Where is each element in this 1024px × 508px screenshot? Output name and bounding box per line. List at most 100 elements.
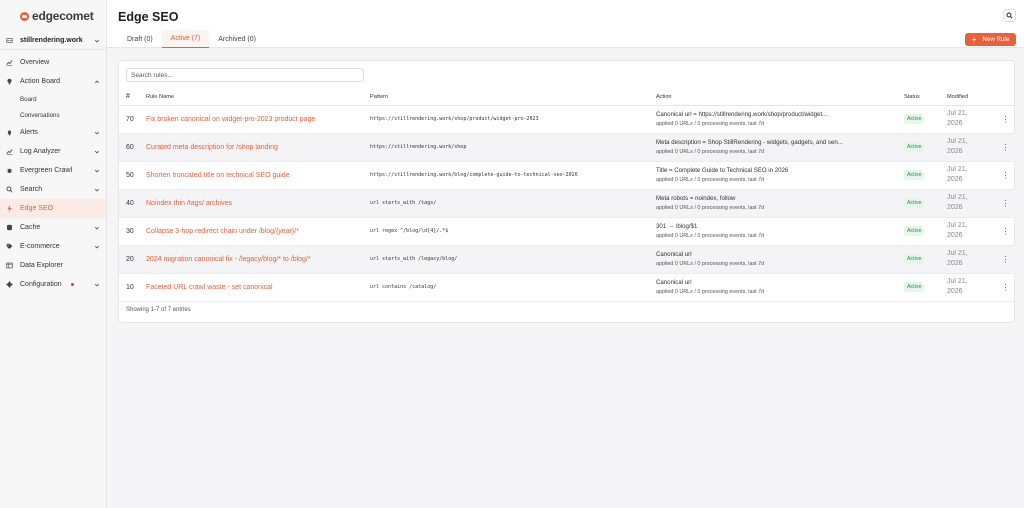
page-title: Edge SEO — [118, 10, 179, 24]
table-row[interactable]: 10 Faceted URL crawl waste - set canonica… — [119, 273, 1016, 302]
sidebar-item-evergreen-crawl[interactable]: Evergreen Crawl — [0, 161, 106, 180]
sidebar-subitem-conversations[interactable]: Conversations — [0, 107, 106, 123]
rule-action: Canonical url — [656, 251, 692, 258]
rule-name-link[interactable]: Curated meta description for /shop landi… — [146, 133, 370, 162]
chevron-down-icon[interactable] — [94, 244, 100, 250]
rule-modified-cell: Jul 21, 2026 — [947, 273, 995, 302]
column-header-number: # — [119, 89, 146, 106]
chevron-up-icon[interactable] — [94, 79, 100, 85]
site-selector[interactable]: stillrendering.work — [0, 32, 106, 50]
chevron-down-icon[interactable] — [94, 187, 100, 193]
rule-number: 10 — [119, 273, 146, 302]
tab-archived[interactable]: Archived (0) — [209, 30, 265, 48]
rule-name-link[interactable]: 2024 migration canonical fix - /legacy/b… — [146, 245, 370, 274]
row-menu-button[interactable]: ⋮ — [995, 217, 1016, 246]
rule-modified-date: Jul 21, — [947, 194, 968, 201]
row-menu-button[interactable]: ⋮ — [995, 189, 1016, 218]
sidebar-item-log-analyzer[interactable]: Log Analyzer — [0, 142, 106, 161]
row-menu-button[interactable]: ⋮ — [995, 133, 1016, 162]
sidebar-item-cache[interactable]: Cache — [0, 218, 106, 237]
sidebar-item-configuration[interactable]: Configuration — [0, 275, 106, 294]
more-vertical-icon: ⋮ — [1001, 282, 1010, 292]
row-menu-button[interactable]: ⋮ — [995, 273, 1016, 302]
rule-applied-stats: applied 0 URLs / 0 processing events, la… — [656, 261, 765, 267]
chart-icon — [6, 60, 13, 66]
table-row[interactable]: 30 Collapse 3-hop redirect chain under /b… — [119, 217, 1016, 246]
global-search-button[interactable] — [1003, 9, 1016, 22]
database-icon — [7, 224, 12, 231]
tab-draft[interactable]: Draft (0) — [118, 30, 162, 48]
table-header-row: # Rule Name Pattern Action Status Modifi… — [119, 89, 1016, 106]
chart-icon — [6, 149, 13, 155]
rule-name-link[interactable]: Collapse 3-hop redirect chain under /blo… — [146, 217, 370, 246]
sidebar-item-e-commerce[interactable]: E-commerce — [0, 237, 106, 256]
sidebar-item-label: Alerts — [20, 129, 38, 136]
chevron-down-icon[interactable] — [94, 168, 100, 174]
rules-table: # Rule Name Pattern Action Status Modifi… — [119, 89, 1016, 302]
rule-status-cell: Active — [904, 217, 947, 246]
status-badge: Active — [904, 254, 925, 264]
rule-modified-date: Jul 21, — [947, 166, 968, 173]
tab-active[interactable]: Active (7) — [161, 30, 210, 48]
rule-name-link[interactable]: Faceted URL crawl waste - set canonical — [146, 273, 370, 302]
bell-icon — [7, 130, 12, 136]
rule-name-link[interactable]: Fix broken canonical on widget-pro-2023 … — [146, 105, 370, 134]
bug-icon — [6, 168, 13, 173]
sidebar-item-alerts[interactable]: Alerts — [0, 123, 106, 142]
sidebar-nav: Overview Action Board Board Conversations Al… — [0, 53, 106, 294]
rule-name-link[interactable]: Shorten truncated title on technical SEO… — [146, 161, 370, 190]
rule-number: 40 — [119, 189, 146, 218]
rule-applied-stats: applied 0 URLs / 0 processing events, la… — [656, 121, 765, 127]
rule-action-cell: Meta robots = noindex, follow applied 0 U… — [656, 189, 904, 218]
column-header-modified[interactable]: Modified — [947, 89, 995, 106]
chevron-down-icon[interactable] — [94, 149, 100, 155]
table-row[interactable]: 20 2024 migration canonical fix - /legacy… — [119, 245, 1016, 274]
sidebar-item-edge-seo[interactable]: Edge SEO — [0, 199, 106, 218]
sidebar-item-label: Edge SEO — [20, 205, 54, 212]
rule-modified-cell: Jul 21, 2026 — [947, 105, 995, 134]
row-menu-button[interactable]: ⋮ — [995, 105, 1016, 134]
sidebar-subitem-board[interactable]: Board — [0, 91, 106, 107]
sidebar-item-label: Search — [20, 186, 43, 193]
rule-name-link[interactable]: Noindex thin /tags/ archives — [146, 189, 370, 218]
column-header-rule-name[interactable]: Rule Name — [146, 89, 370, 106]
search-icon — [6, 186, 13, 193]
search-rules-input[interactable] — [126, 68, 364, 82]
status-badge: Active — [904, 198, 925, 208]
rule-action: Canonical url = https://stillrendering.w… — [656, 111, 828, 118]
chevron-down-icon[interactable] — [94, 282, 100, 288]
pagination-summary: Showing 1-7 of 7 entries — [126, 307, 191, 313]
row-menu-button[interactable]: ⋮ — [995, 161, 1016, 190]
table-row[interactable]: 60 Curated meta description for /shop lan… — [119, 133, 1016, 162]
sidebar-item-data-explorer[interactable]: Data Explorer — [0, 256, 106, 275]
table-row[interactable]: 50 Shorten truncated title on technical S… — [119, 161, 1016, 190]
sidebar-item-action-board[interactable]: Action Board — [0, 72, 106, 91]
logo[interactable]: edgecomet — [0, 0, 106, 32]
rule-modified-cell: Jul 21, 2026 — [947, 245, 995, 274]
rule-number: 20 — [119, 245, 146, 274]
more-vertical-icon: ⋮ — [1001, 170, 1010, 180]
more-vertical-icon: ⋮ — [1001, 198, 1010, 208]
rule-status-cell: Active — [904, 133, 947, 162]
chevron-down-icon[interactable] — [94, 130, 100, 136]
rule-number: 60 — [119, 133, 146, 162]
sidebar-item-search[interactable]: Search — [0, 180, 106, 199]
table-row[interactable]: 70 Fix broken canonical on widget-pro-202… — [119, 105, 1016, 134]
rule-applied-stats: applied 0 URLs / 0 processing events, la… — [656, 205, 765, 211]
rule-pattern: url starts_with /legacy/blog/ — [370, 245, 656, 274]
rule-action-cell: 301 → /blog/$1 applied 0 URLs / 0 process… — [656, 217, 904, 246]
rule-action-cell: Canonical url applied 0 URLs / 0 processi… — [656, 245, 904, 274]
new-rule-button[interactable]: + New Rule — [965, 33, 1016, 46]
table-row[interactable]: 40 Noindex thin /tags/ archives url starts… — [119, 189, 1016, 218]
more-vertical-icon: ⋮ — [1001, 226, 1010, 236]
sidebar-item-label: Cache — [20, 224, 41, 231]
rule-action: 301 → /blog/$1 — [656, 223, 698, 230]
site-name: stillrendering.work — [20, 37, 83, 44]
rule-action: Meta robots = noindex, follow — [656, 195, 736, 202]
rule-status-cell: Active — [904, 105, 947, 134]
rule-pattern: https://stillrendering.work/blog/complet… — [370, 161, 656, 190]
sidebar-item-label: Data Explorer — [20, 262, 63, 269]
chevron-down-icon[interactable] — [94, 225, 100, 231]
sidebar-item-overview[interactable]: Overview — [0, 53, 106, 72]
row-menu-button[interactable]: ⋮ — [995, 245, 1016, 274]
